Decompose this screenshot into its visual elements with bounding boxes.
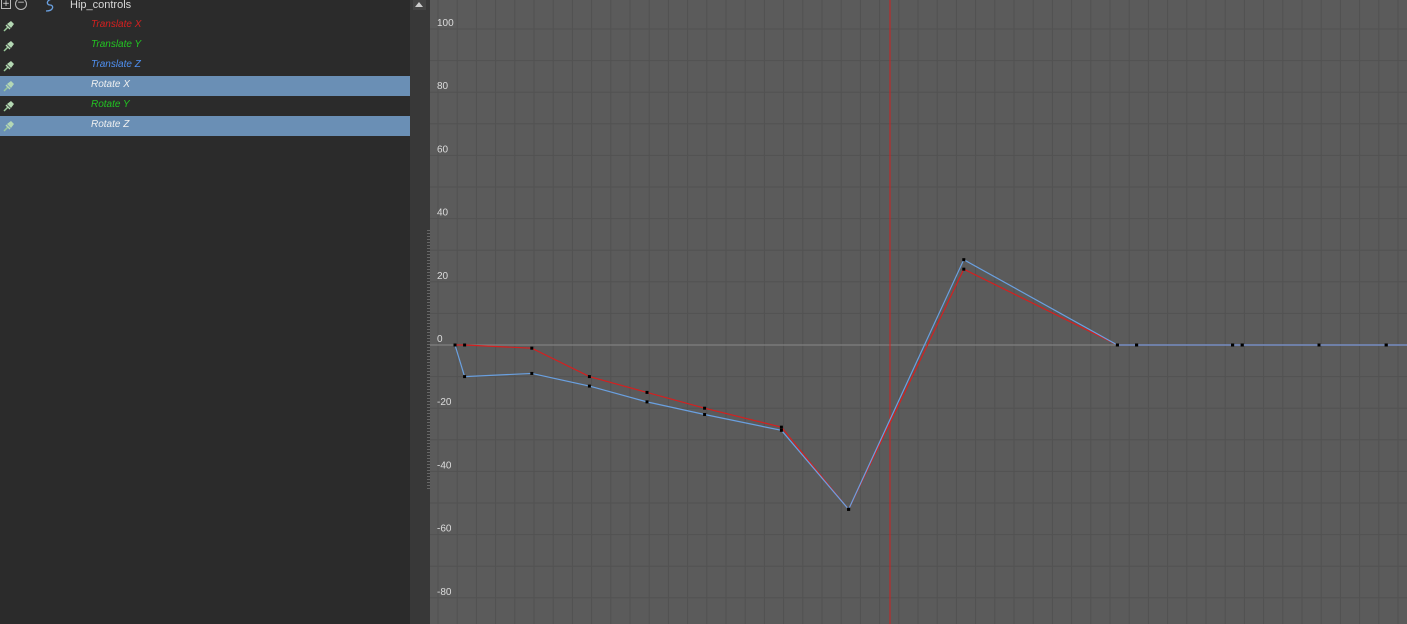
arrow-up-icon (415, 2, 423, 7)
keyframe-point[interactable] (1135, 343, 1139, 347)
keyframe-point[interactable] (1115, 343, 1119, 347)
keyframe-point[interactable] (530, 371, 534, 375)
graph-editor-view[interactable]: 100 80 60 40 20 0 -20 -40 -60 -80 (430, 0, 1407, 624)
pin-icon[interactable] (2, 59, 16, 73)
keyframe-point[interactable] (962, 267, 966, 271)
curve-s-icon (45, 0, 54, 12)
channel-row[interactable]: Rotate X (0, 76, 410, 96)
keyframe-point[interactable] (645, 400, 649, 404)
y-tick-label: 80 (437, 81, 449, 92)
channel-row[interactable]: Rotate Z (0, 116, 410, 136)
y-tick-label: 20 (437, 271, 449, 282)
keyframe-point[interactable] (962, 258, 966, 262)
channel-label: Translate X (91, 19, 142, 30)
channel-row[interactable]: Translate Y (0, 36, 410, 56)
keyframe-point[interactable] (703, 406, 707, 410)
y-tick-label: 100 (437, 18, 454, 29)
pin-icon[interactable] (2, 79, 16, 93)
outliner-panel: + − Hip_controls Translate X Translate Y T… (0, 0, 410, 624)
pin-icon[interactable] (2, 19, 16, 33)
channel-label: Translate Z (91, 59, 141, 70)
keyframe-point[interactable] (1317, 343, 1321, 347)
keyframe-point[interactable] (779, 428, 783, 432)
keyframe-point[interactable] (463, 343, 467, 347)
keyframe-point[interactable] (530, 346, 534, 350)
minus-circle-icon[interactable]: − (15, 0, 27, 10)
pin-icon[interactable] (2, 39, 16, 53)
keyframe-point[interactable] (1240, 343, 1244, 347)
outliner-root-label: Hip_controls (70, 0, 132, 11)
channel-label: Translate Y (91, 39, 142, 50)
outliner-root-item[interactable]: + − Hip_controls (0, 0, 410, 16)
y-tick-label: 60 (437, 144, 449, 155)
y-tick-label: 40 (437, 208, 449, 219)
keyframe-point[interactable] (847, 507, 851, 511)
keyframe-point[interactable] (703, 413, 707, 417)
pin-icon[interactable] (2, 99, 16, 113)
keyframe-point[interactable] (453, 343, 457, 347)
y-tick-label: -80 (437, 587, 452, 598)
channel-row[interactable]: Rotate Y (0, 96, 410, 116)
y-tick-label: -60 (437, 524, 452, 535)
pin-icon[interactable] (2, 119, 16, 133)
keyframe-point[interactable] (463, 375, 467, 379)
y-tick-label: -40 (437, 460, 452, 471)
keyframe-point[interactable] (587, 375, 591, 379)
keyframe-point[interactable] (779, 425, 783, 429)
keyframe-point[interactable] (1231, 343, 1235, 347)
y-tick-label: -20 (437, 397, 452, 408)
channel-label: Rotate X (91, 79, 130, 90)
keyframe-point[interactable] (645, 390, 649, 394)
channel-label: Rotate Y (91, 99, 130, 110)
channel-row[interactable]: Translate X (0, 16, 410, 36)
channel-label: Rotate Z (91, 119, 130, 130)
channel-row[interactable]: Translate Z (0, 56, 410, 76)
y-tick-label: 0 (437, 334, 443, 345)
keyframe-point[interactable] (587, 384, 591, 388)
keyframe-point[interactable] (1384, 343, 1388, 347)
plus-box-icon[interactable]: + (1, 0, 11, 9)
